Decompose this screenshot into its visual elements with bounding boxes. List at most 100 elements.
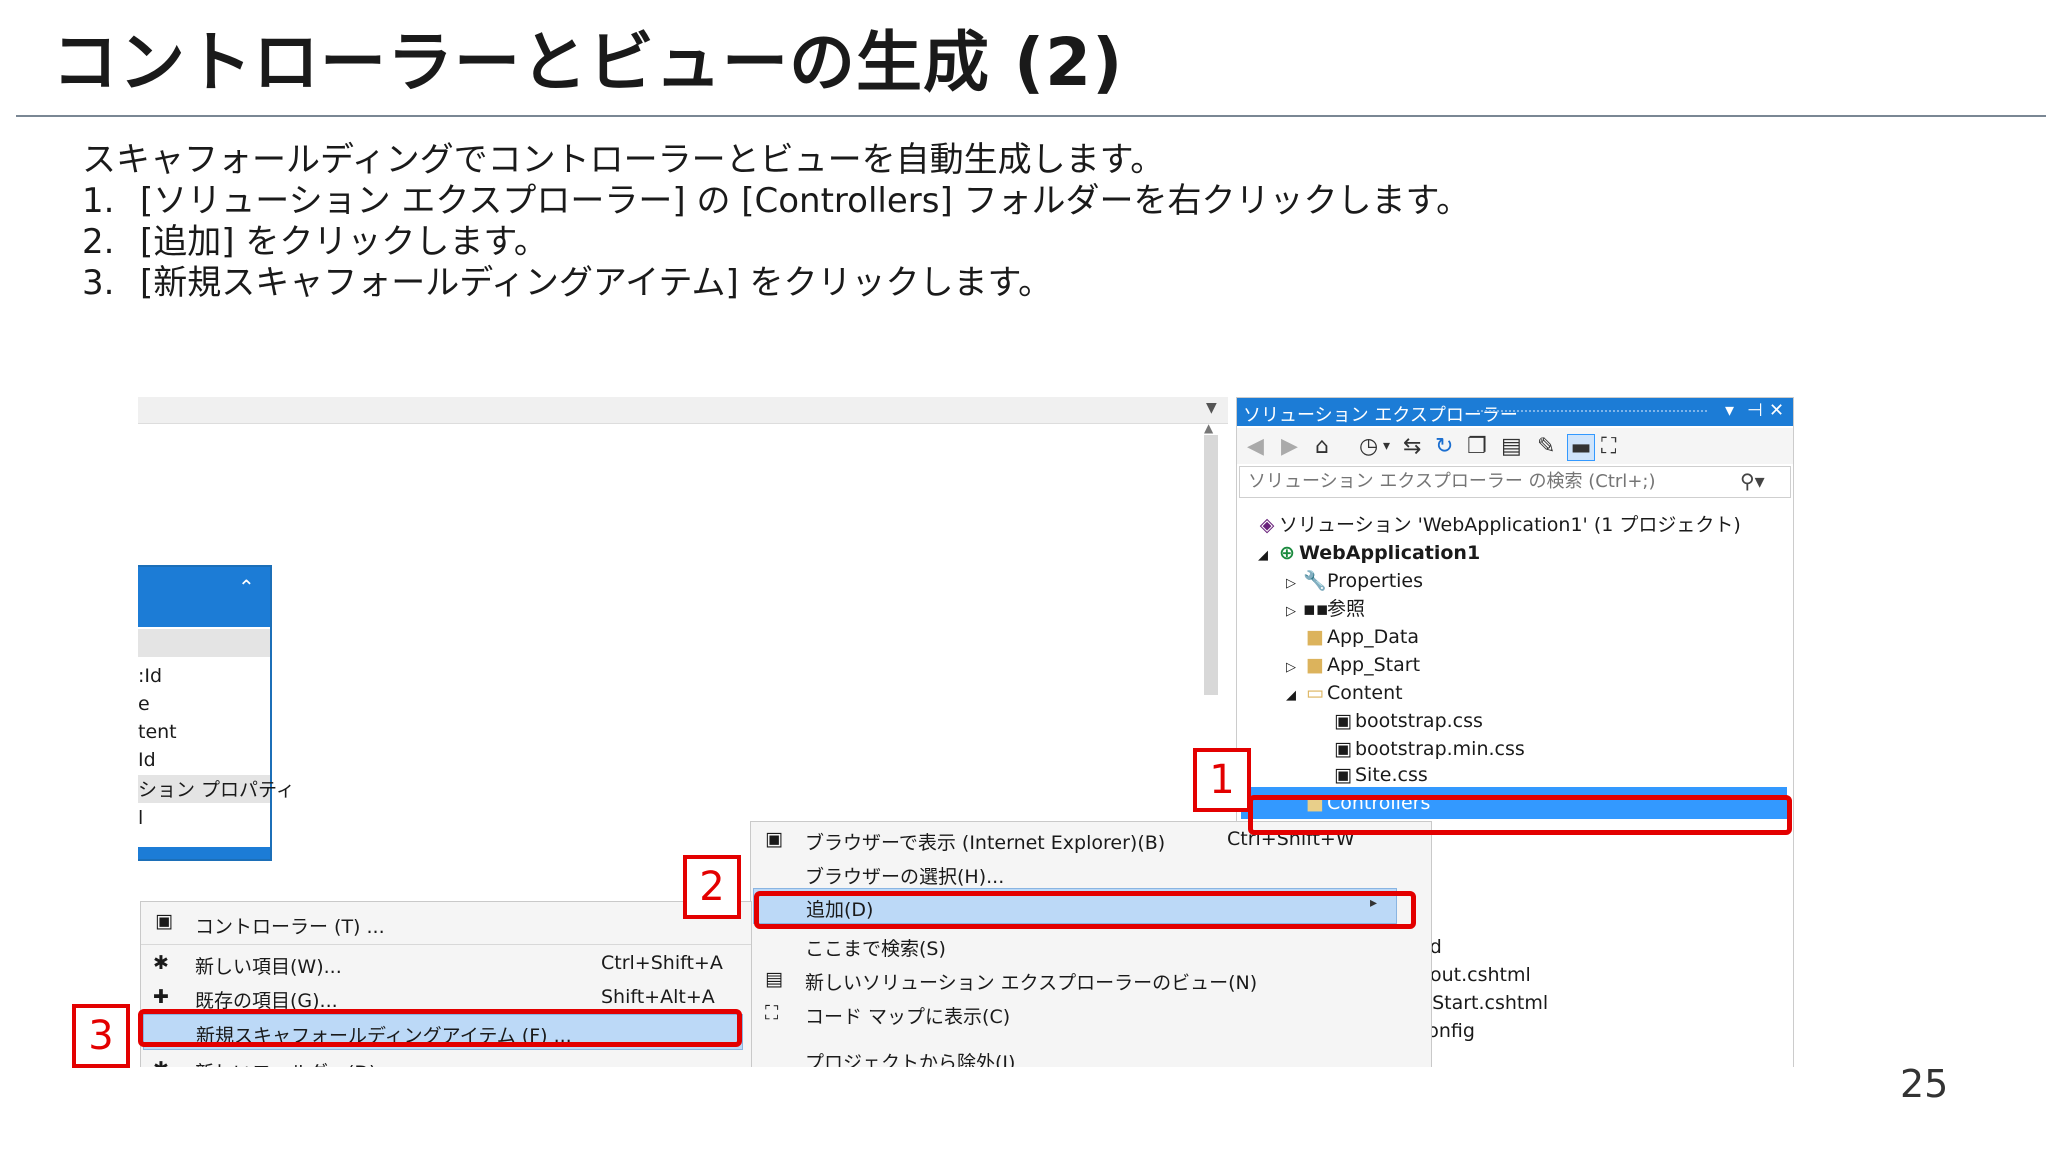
tree-content[interactable]: ◢ ▭ Content xyxy=(1279,679,1403,707)
callout-3: 3 xyxy=(72,1004,130,1068)
slide-body: スキャフォールディングでコントローラーとビューを自動生成します。 1. [ソリュー… xyxy=(82,140,1470,304)
tree-site-css[interactable]: ▣ Site.css xyxy=(1331,761,1428,789)
expand-right-icon[interactable]: ▷ xyxy=(1279,598,1303,626)
new-view-icon: ▤ xyxy=(765,968,783,990)
properties-footer xyxy=(138,847,270,859)
callout-1: 1 xyxy=(1193,748,1251,812)
search-icon[interactable]: ⚲▾ xyxy=(1740,469,1765,493)
tab-dropdown-icon[interactable]: ▼ xyxy=(1206,400,1217,416)
editor-scrollbar[interactable] xyxy=(1204,435,1218,695)
page-number: 25 xyxy=(1900,1062,1949,1106)
menu-view-in-browser[interactable]: ブラウザーで表示 (Internet Explorer)(B) xyxy=(805,828,1165,855)
tree-bootstrap-min-css[interactable]: ▣ bootstrap.min.css xyxy=(1331,735,1525,763)
preview-icon[interactable]: ▬ xyxy=(1567,434,1595,461)
highlight-box-scaffold xyxy=(138,1009,742,1047)
properties-panel: ⌃ :Id e tent Id ション プロパティ l xyxy=(138,565,295,861)
scroll-up-icon[interactable]: ▲ xyxy=(1204,421,1213,435)
search-input[interactable] xyxy=(1246,470,1730,493)
menu-scope-to-this[interactable]: ここまで検索(S) xyxy=(805,934,946,961)
titlebar-grip[interactable] xyxy=(1477,410,1707,416)
refresh-icon[interactable]: ↻ xyxy=(1435,434,1453,459)
step-text: [新規スキャフォールディングアイテム] をクリックします。 xyxy=(140,263,1053,303)
menu-separator xyxy=(141,944,751,945)
menu-browse-with[interactable]: ブラウザーの選択(H)... xyxy=(805,862,1004,889)
step-number: 3. xyxy=(82,263,115,303)
expand-right-icon[interactable]: ▷ xyxy=(1279,654,1303,682)
pin-button[interactable]: ⊣ xyxy=(1747,400,1763,421)
property-row[interactable]: e xyxy=(138,693,270,715)
property-row-selected[interactable]: ション プロパティ xyxy=(138,775,295,803)
tree-solution[interactable]: ◈ ソリューション 'WebApplication1' (1 プロジェクト) xyxy=(1255,511,1741,539)
css-file-icon: ▣ xyxy=(1334,738,1352,760)
step-text: [追加] をクリックします。 xyxy=(140,222,548,262)
css-file-icon: ▣ xyxy=(1334,710,1352,732)
editor-tab-strip xyxy=(138,397,1228,424)
menu-exclude-from-project[interactable]: プロジェクトから除外(J) xyxy=(805,1048,1015,1067)
step-3: 3. [新規スキャフォールディングアイテム] をクリックします。 xyxy=(82,263,1470,304)
highlight-box-add xyxy=(754,891,1416,929)
menu-new-explorer-view[interactable]: 新しいソリューション エクスプローラーのビュー(N) xyxy=(805,968,1257,995)
intro-text: スキャフォールディングでコントローラーとビューを自動生成します。 xyxy=(82,140,1165,180)
class-view-icon[interactable]: ⛶ xyxy=(1601,434,1616,459)
title-divider xyxy=(16,115,2046,117)
solution-icon: ◈ xyxy=(1259,514,1275,536)
context-menu: ▣ ブラウザーで表示 (Internet Explorer)(B) Ctrl+S… xyxy=(750,821,1432,1067)
solution-explorer-search: ⚲▾ xyxy=(1239,466,1791,498)
tree-app-start[interactable]: ▷ ■ App_Start xyxy=(1279,651,1420,679)
step-text: [ソリューション エクスプローラー] の [Controllers] フォルダー… xyxy=(140,181,1471,221)
browser-view-icon: ▣ xyxy=(765,828,783,850)
menu-shortcut: Shift+Alt+A xyxy=(601,986,715,1008)
existing-item-icon: ✚ xyxy=(153,986,169,1008)
folder-icon: ■ xyxy=(1306,654,1324,676)
close-button[interactable]: ✕ xyxy=(1769,400,1784,421)
solution-explorer-titlebar: ソリューション エクスプローラー ▾ ⊣ ✕ xyxy=(1237,398,1793,426)
pending-changes-icon[interactable]: ◷ xyxy=(1359,434,1378,459)
highlight-box-controllers xyxy=(1248,795,1792,835)
property-row[interactable]: Id xyxy=(138,749,270,771)
properties-selected-row xyxy=(138,629,270,657)
property-row[interactable]: :Id xyxy=(138,665,270,687)
collapse-all-icon[interactable]: ❐ xyxy=(1467,434,1487,459)
tree-app-data[interactable]: ■ App_Data xyxy=(1303,623,1419,651)
chevron-down-icon[interactable]: ▾ xyxy=(1383,438,1390,454)
tree-properties[interactable]: ▷ 🔧Properties xyxy=(1279,567,1423,595)
menu-show-on-code-map[interactable]: コード マップに表示(C) xyxy=(805,1002,1010,1029)
back-icon[interactable]: ◀ xyxy=(1247,434,1264,459)
folder-icon: ■ xyxy=(1306,626,1324,648)
callout-2: 2 xyxy=(683,855,741,919)
expand-down-icon[interactable]: ◢ xyxy=(1251,542,1275,570)
property-row[interactable]: l xyxy=(138,807,270,829)
step-2: 2. [追加] をクリックします。 xyxy=(82,222,1470,263)
sync-icon[interactable]: ⇆ xyxy=(1403,434,1421,459)
wrench-icon: 🔧 xyxy=(1303,570,1327,592)
references-icon: ▪▪ xyxy=(1303,598,1329,620)
submenu-new-item[interactable]: 新しい項目(W)... xyxy=(195,952,342,979)
new-item-icon: ✱ xyxy=(153,952,169,974)
tree-bootstrap-css[interactable]: ▣ bootstrap.css xyxy=(1331,707,1483,735)
step-number: 2. xyxy=(82,222,115,262)
home-icon[interactable]: ⌂ xyxy=(1315,434,1329,459)
new-folder-icon: ✱ xyxy=(153,1058,169,1067)
step-number: 1. xyxy=(82,181,115,221)
window-menu-button[interactable]: ▾ xyxy=(1725,400,1734,421)
solution-explorer-toolbar: ◀ ▶ ⌂ ◷ ▾ ⇆ ↻ ❐ ▤ ✎ ▬ ⛶ xyxy=(1237,428,1793,464)
show-all-files-icon[interactable]: ▤ xyxy=(1501,434,1522,459)
step-1: 1. [ソリューション エクスプローラー] の [Controllers] フォル… xyxy=(82,181,1470,222)
open-folder-icon: ▭ xyxy=(1306,682,1324,704)
submenu-controller[interactable]: コントローラー (T) ... xyxy=(195,912,385,939)
chevron-up-icon[interactable]: ⌃ xyxy=(238,575,255,599)
web-project-icon: ⊕ xyxy=(1279,542,1295,564)
expand-down-icon[interactable]: ◢ xyxy=(1279,682,1303,710)
forward-icon[interactable]: ▶ xyxy=(1281,434,1298,459)
slide-title: コントローラーとビューの生成 (2) xyxy=(52,24,1124,101)
submenu-new-folder[interactable]: 新しいフォルダー(D) xyxy=(195,1058,376,1067)
controller-icon: ▣ xyxy=(155,910,173,932)
properties-wrench-icon[interactable]: ✎ xyxy=(1537,434,1555,459)
expand-right-icon[interactable]: ▷ xyxy=(1279,570,1303,598)
tree-references[interactable]: ▷ ▪▪参照 xyxy=(1279,595,1365,623)
menu-shortcut: Ctrl+Shift+A xyxy=(601,952,723,974)
property-row[interactable]: tent xyxy=(138,721,270,743)
code-map-icon: ⛶ xyxy=(765,1002,779,1024)
css-file-icon: ▣ xyxy=(1334,764,1352,786)
tree-project[interactable]: ◢ ⊕ WebApplication1 xyxy=(1251,539,1480,567)
